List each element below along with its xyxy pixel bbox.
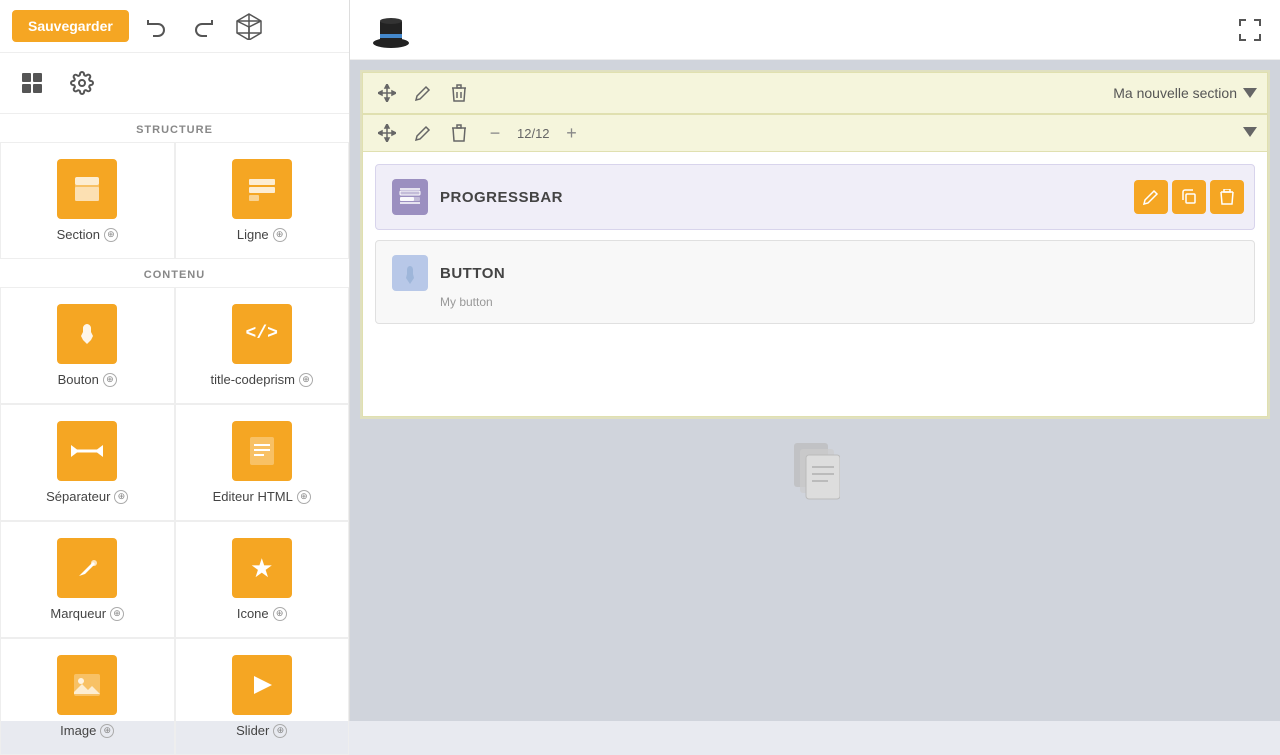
codeprism-widget-icon: </>	[232, 304, 292, 364]
section-toolbar: Ma nouvelle section	[362, 72, 1268, 114]
logo-hat-icon	[366, 5, 416, 55]
icone-widget-icon: ★	[232, 538, 292, 598]
progressbar-delete-btn[interactable]	[1210, 180, 1244, 214]
marqueur-widget-icon	[57, 538, 117, 598]
fullscreen-button[interactable]	[1236, 16, 1264, 44]
ligne-widget-icon	[232, 159, 292, 219]
ligne-info-icon[interactable]: ⊕	[273, 228, 287, 242]
progressbar-card-icon	[392, 179, 428, 215]
sidebar-item-separateur[interactable]: Séparateur ⊕	[0, 404, 175, 521]
slider-widget-name: Slider ⊕	[236, 723, 287, 738]
sidebar-item-bouton[interactable]: Bouton ⊕	[0, 287, 175, 404]
row-delete-icon[interactable]	[445, 119, 473, 147]
section-delete-icon[interactable]	[445, 79, 473, 107]
sidebar-item-slider[interactable]: Slider ⊕	[175, 638, 350, 755]
image-widget-name: Image ⊕	[60, 723, 114, 738]
button-widget-title: BUTTON	[440, 265, 505, 282]
progressbar-card: PROGRESSBAR	[375, 164, 1255, 230]
settings-icon[interactable]	[62, 63, 102, 103]
empty-row-area	[363, 336, 1267, 416]
content-section-label: CONTENU	[0, 259, 349, 287]
structure-section-label: STRUCTURE	[0, 114, 349, 142]
section-name-label: Ma nouvelle section	[1113, 85, 1237, 101]
logo-area	[366, 5, 416, 55]
separateur-info-icon[interactable]: ⊕	[114, 490, 128, 504]
bouton-widget-name: Bouton ⊕	[58, 372, 117, 387]
separateur-widget-name: Séparateur ⊕	[46, 489, 128, 504]
sidebar-item-codeprism[interactable]: </> title-codeprism ⊕	[175, 287, 350, 404]
section-widget-icon	[57, 159, 117, 219]
row-container: − 12/12 +	[362, 114, 1268, 417]
sidebar-header: Sauvegarder	[0, 0, 349, 53]
icone-widget-name: Icone ⊕	[237, 606, 287, 621]
editeur-html-widget-name: Editeur HTML ⊕	[213, 489, 311, 504]
section-name-area: Ma nouvelle section	[1113, 85, 1257, 101]
slider-info-icon[interactable]: ⊕	[273, 724, 287, 738]
sidebar-item-ligne[interactable]: Ligne ⊕	[175, 142, 350, 259]
row-counter-area: − 12/12 +	[481, 119, 586, 147]
sidebar-item-editeur-html[interactable]: Editeur HTML ⊕	[175, 404, 350, 521]
3d-cube-icon[interactable]	[231, 8, 267, 44]
row-toolbar: − 12/12 +	[363, 115, 1267, 152]
ligne-widget-name: Ligne ⊕	[237, 227, 287, 242]
button-widget-card: BUTTON My button	[375, 240, 1255, 324]
row-edit-icon[interactable]	[409, 119, 437, 147]
row-counter: 12/12	[517, 126, 550, 141]
drop-zone-icon	[790, 441, 840, 501]
sidebar-item-icone[interactable]: ★ Icone ⊕	[175, 521, 350, 638]
save-button[interactable]: Sauvegarder	[12, 10, 129, 42]
row-minus-icon[interactable]: −	[481, 119, 509, 147]
image-info-icon[interactable]: ⊕	[100, 724, 114, 738]
row-move-icon[interactable]	[373, 119, 401, 147]
main-topbar	[350, 0, 1280, 60]
icone-info-icon[interactable]: ⊕	[273, 607, 287, 621]
section-dropdown-icon[interactable]	[1243, 85, 1257, 101]
bouton-widget-icon	[57, 304, 117, 364]
editeur-html-info-icon[interactable]: ⊕	[297, 490, 311, 504]
drop-zone	[360, 431, 1270, 511]
bouton-info-icon[interactable]: ⊕	[103, 373, 117, 387]
section-widget-name: Section ⊕	[57, 227, 118, 242]
row-options-icon[interactable]	[1243, 124, 1257, 142]
image-widget-icon	[57, 655, 117, 715]
codeprism-widget-name: title-codeprism ⊕	[210, 372, 313, 387]
section-info-icon[interactable]: ⊕	[104, 228, 118, 242]
button-widget-header: BUTTON	[392, 255, 1238, 291]
content-widget-grid: Bouton ⊕ </> title-codeprism ⊕	[0, 287, 349, 755]
row-plus-icon[interactable]: +	[558, 119, 586, 147]
progressbar-copy-btn[interactable]	[1172, 180, 1206, 214]
marqueur-widget-name: Marqueur ⊕	[50, 606, 124, 621]
undo-icon[interactable]	[139, 8, 175, 44]
slider-widget-icon	[232, 655, 292, 715]
separateur-widget-icon	[57, 421, 117, 481]
marqueur-info-icon[interactable]: ⊕	[110, 607, 124, 621]
editeur-html-widget-icon	[232, 421, 292, 481]
section-edit-icon[interactable]	[409, 79, 437, 107]
progressbar-actions	[1134, 180, 1244, 214]
grid-view-icon[interactable]	[12, 63, 52, 103]
sidebar-item-marqueur[interactable]: Marqueur ⊕	[0, 521, 175, 638]
section-move-icon[interactable]	[373, 79, 401, 107]
sidebar-item-section[interactable]: Section ⊕	[0, 142, 175, 259]
button-widget-card-icon	[392, 255, 428, 291]
sidebar: Sauvegarder	[0, 0, 350, 721]
section-container: Ma nouvelle section	[360, 70, 1270, 419]
codeprism-info-icon[interactable]: ⊕	[299, 373, 313, 387]
progressbar-title: PROGRESSBAR	[440, 189, 563, 206]
widget-row: PROGRESSBAR	[363, 152, 1267, 336]
button-widget-subtitle: My button	[440, 295, 1238, 309]
main-area: Ma nouvelle section	[350, 0, 1280, 721]
sidebar-item-image[interactable]: Image ⊕	[0, 638, 175, 755]
sidebar-nav	[0, 53, 349, 114]
redo-icon[interactable]	[185, 8, 221, 44]
progressbar-edit-btn[interactable]	[1134, 180, 1168, 214]
structure-widget-grid: Section ⊕ Ligne ⊕	[0, 142, 349, 259]
canvas-area: Ma nouvelle section	[350, 60, 1280, 721]
